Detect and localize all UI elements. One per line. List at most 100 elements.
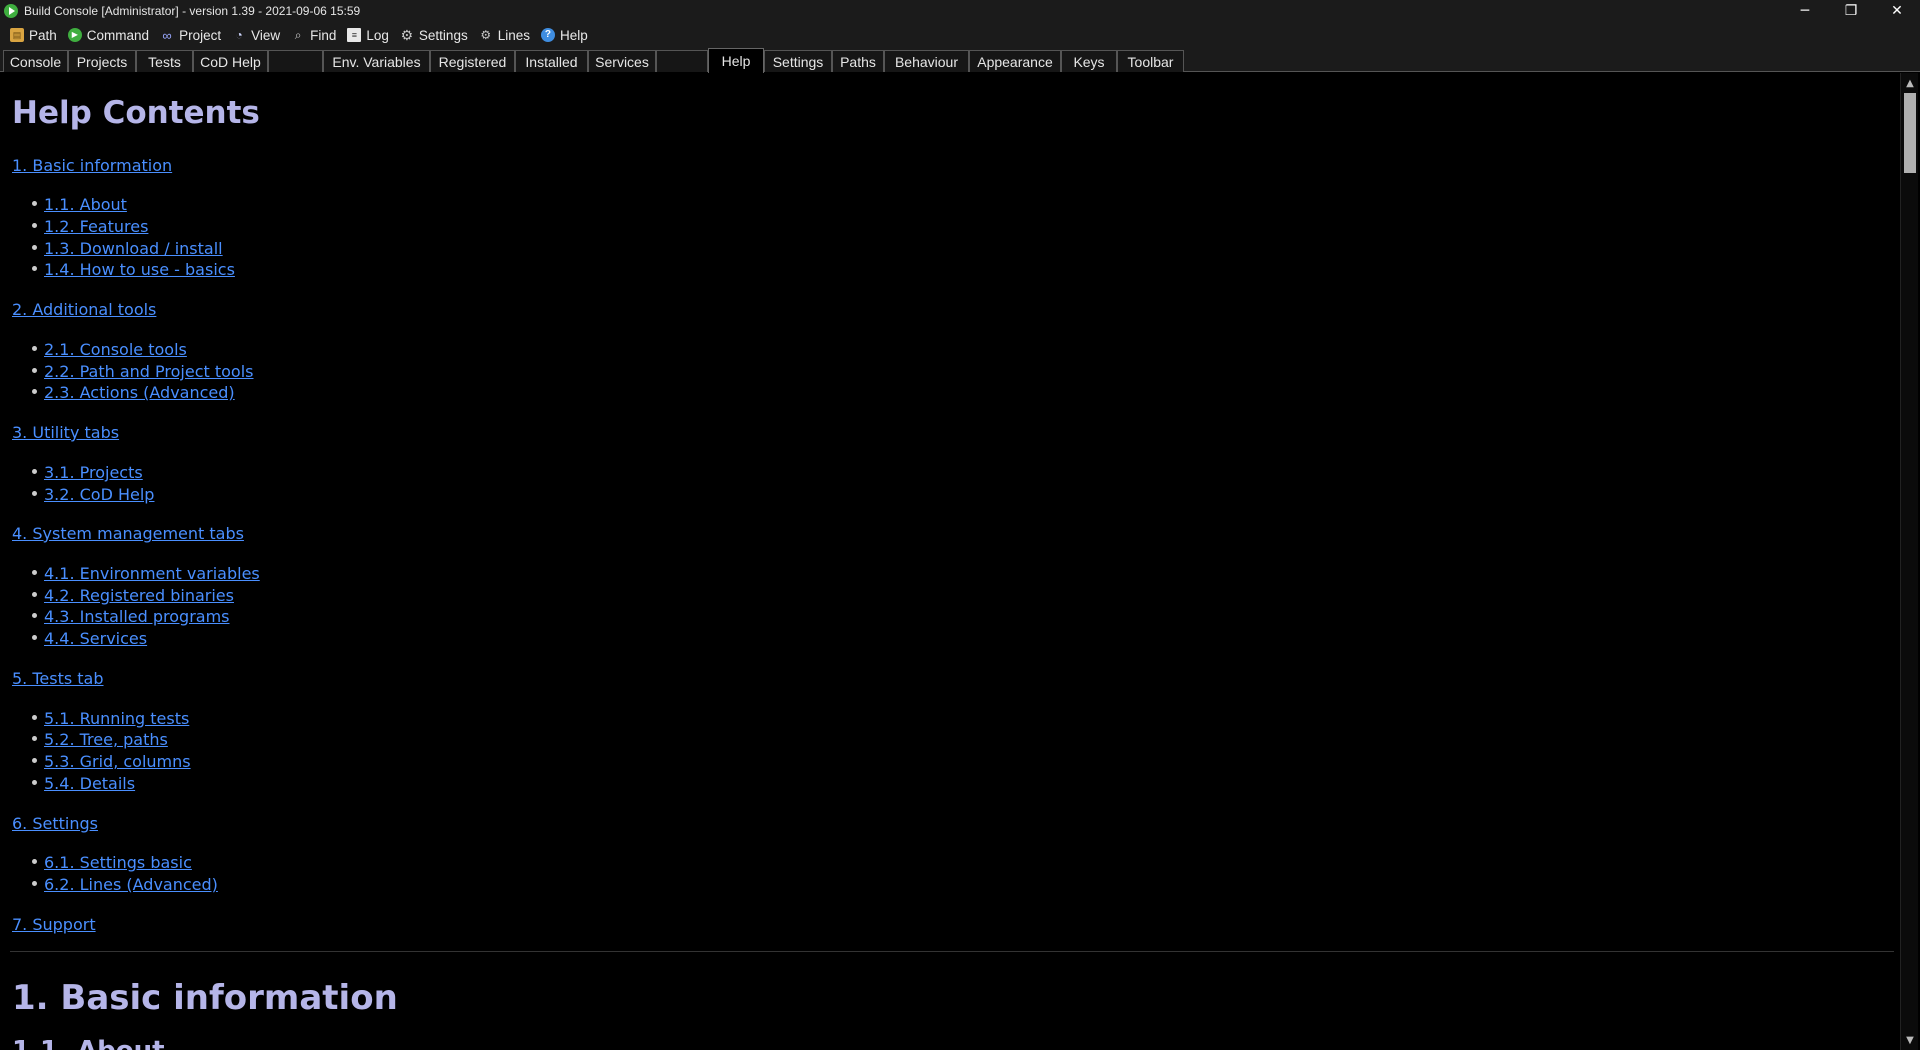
project-icon: ∞ (162, 27, 172, 43)
toc-subitem-link[interactable]: 5.1. Running tests (44, 709, 189, 728)
menu-help[interactable]: ? Help (537, 24, 595, 46)
toc-subitem[interactable]: 6.2. Lines (Advanced) (32, 875, 218, 894)
menu-project[interactable]: ∞ Project (156, 24, 228, 46)
toc-subitem-link[interactable]: 3.2. CoD Help (44, 485, 154, 504)
menu-settings-label: Settings (418, 27, 468, 43)
close-button[interactable]: ✕ (1874, 0, 1920, 22)
toc-subitem[interactable]: 3.1. Projects (32, 463, 143, 482)
toc-subitem-link[interactable]: 6.2. Lines (Advanced) (44, 875, 218, 894)
toc-subitem-link[interactable]: 1.3. Download / install (44, 239, 223, 258)
menu-path-label: Path (29, 27, 57, 43)
tab-empty-2[interactable] (656, 50, 708, 72)
toc-section[interactable]: 3. Utility tabs (12, 423, 119, 442)
tab-behaviour[interactable]: Behaviour (884, 50, 969, 72)
tab-services[interactable]: Services (588, 50, 656, 72)
toc-subitem-link[interactable]: 4.4. Services (44, 629, 147, 648)
menu-settings[interactable]: ⚙ Settings (396, 24, 475, 46)
toc-subitem-link[interactable]: 4.2. Registered binaries (44, 586, 234, 605)
toc-subitem[interactable]: 2.2. Path and Project tools (32, 362, 254, 381)
toc-subitem[interactable]: 4.2. Registered binaries (32, 586, 234, 605)
tab-env-variables[interactable]: Env. Variables (323, 50, 430, 72)
bullet-icon (32, 859, 37, 864)
bullet-icon (32, 736, 37, 741)
toc-subitem-link[interactable]: 1.1. About (44, 195, 127, 214)
toc-subitem-link[interactable]: 2.2. Path and Project tools (44, 362, 254, 381)
tab-console[interactable]: Console (3, 50, 68, 72)
toc-subitem[interactable]: 1.3. Download / install (32, 239, 223, 258)
toc-subitem-link[interactable]: 2.3. Actions (Advanced) (44, 383, 235, 402)
tab-settings[interactable]: Settings (764, 50, 832, 72)
toc-section[interactable]: 4. System management tabs (12, 524, 244, 543)
toc-section[interactable]: 7. Support (12, 915, 96, 934)
toc-subitem-link[interactable]: 3.1. Projects (44, 463, 143, 482)
tab-paths[interactable]: Paths (832, 50, 884, 72)
toc-section-link[interactable]: 1. Basic information (12, 156, 172, 175)
toc-section[interactable]: 2. Additional tools (12, 300, 156, 319)
toc-section-link[interactable]: 4. System management tabs (12, 524, 244, 543)
restore-button[interactable]: ❐ (1828, 0, 1874, 22)
toc-subitem-link[interactable]: 5.2. Tree, paths (44, 730, 168, 749)
tab-toolbar[interactable]: Toolbar (1117, 50, 1184, 72)
toc-section-link[interactable]: 3. Utility tabs (12, 423, 119, 442)
toc-section-link[interactable]: 6. Settings (12, 814, 98, 833)
menu-view[interactable]: ◔ View (228, 24, 287, 46)
tab-appearance[interactable]: Appearance (969, 50, 1061, 72)
toc-subitem-link[interactable]: 1.2. Features (44, 217, 148, 236)
bullet-icon (32, 715, 37, 720)
toc-section-link[interactable]: 5. Tests tab (12, 669, 104, 688)
menu-log[interactable]: ≡ Log (343, 24, 396, 46)
find-icon: ⌕ (294, 28, 302, 42)
scroll-up-icon[interactable]: ▲ (1901, 75, 1919, 91)
toc-subitem[interactable]: 6.1. Settings basic (32, 853, 192, 872)
menu-path[interactable]: ▤ Path (6, 24, 64, 46)
toc-subitem-link[interactable]: 4.1. Environment variables (44, 564, 260, 583)
tab-help[interactable]: Help (708, 48, 764, 73)
toc-subitem-link[interactable]: 5.3. Grid, columns (44, 752, 191, 771)
tab-tests[interactable]: Tests (136, 50, 193, 72)
menu-lines[interactable]: ⚙ Lines (475, 24, 537, 46)
menu-command[interactable]: ▶ Command (64, 24, 156, 46)
toc-subitem[interactable]: 5.3. Grid, columns (32, 752, 191, 771)
toc-subitem[interactable]: 5.2. Tree, paths (32, 730, 168, 749)
bullet-icon (32, 201, 37, 206)
toc-subitem[interactable]: 2.3. Actions (Advanced) (32, 383, 235, 402)
toc-subitem[interactable]: 4.4. Services (32, 629, 147, 648)
toc-subitem[interactable]: 5.4. Details (32, 774, 135, 793)
toc-subitem[interactable]: 4.1. Environment variables (32, 564, 260, 583)
toc-subitem-link[interactable]: 2.1. Console tools (44, 340, 187, 359)
tab-keys[interactable]: Keys (1061, 50, 1117, 72)
toc-subitem-link[interactable]: 4.3. Installed programs (44, 607, 230, 626)
menu-lines-label: Lines (497, 27, 530, 43)
bullet-icon (32, 635, 37, 640)
toc-subitem[interactable]: 1.4. How to use - basics (32, 260, 235, 279)
window-title: Build Console [Administrator] - version … (24, 4, 361, 18)
toc-subitem[interactable]: 3.2. CoD Help (32, 485, 154, 504)
toc-subitem[interactable]: 1.2. Features (32, 217, 148, 236)
tab-cod-help[interactable]: CoD Help (193, 50, 268, 72)
menu-find[interactable]: ⌕ Find (287, 24, 343, 46)
toc-section[interactable]: 6. Settings (12, 814, 98, 833)
tab-installed[interactable]: Installed (515, 50, 588, 72)
toc-subitem[interactable]: 4.3. Installed programs (32, 607, 230, 626)
toc-subitem[interactable]: 2.1. Console tools (32, 340, 187, 359)
minimize-button[interactable]: ─ (1782, 0, 1828, 22)
toc-subitem-link[interactable]: 6.1. Settings basic (44, 853, 192, 872)
toc-subitem-link[interactable]: 5.4. Details (44, 774, 135, 793)
toc-section[interactable]: 1. Basic information (12, 156, 172, 175)
toc-subitem[interactable]: 1.1. About (32, 195, 127, 214)
toc-section-link[interactable]: 2. Additional tools (12, 300, 156, 319)
tab-projects[interactable]: Projects (68, 50, 136, 72)
help-content-pane[interactable]: Help Contents 1. Basic information 1.1. … (2, 73, 1898, 1050)
scroll-down-icon[interactable]: ▼ (1901, 1032, 1919, 1048)
toc-section-link[interactable]: 7. Support (12, 915, 96, 934)
toc-subitem-link[interactable]: 1.4. How to use - basics (44, 260, 235, 279)
bullet-icon (32, 389, 37, 394)
tab-registered[interactable]: Registered (430, 50, 515, 72)
toc-section[interactable]: 5. Tests tab (12, 669, 104, 688)
menu-log-label: Log (366, 27, 389, 43)
toc-subitem[interactable]: 5.1. Running tests (32, 709, 189, 728)
scroll-thumb[interactable] (1904, 93, 1916, 173)
bullet-icon (32, 245, 37, 250)
vertical-scrollbar[interactable]: ▲ ▼ (1900, 73, 1918, 1050)
tab-empty-1[interactable] (268, 50, 323, 72)
